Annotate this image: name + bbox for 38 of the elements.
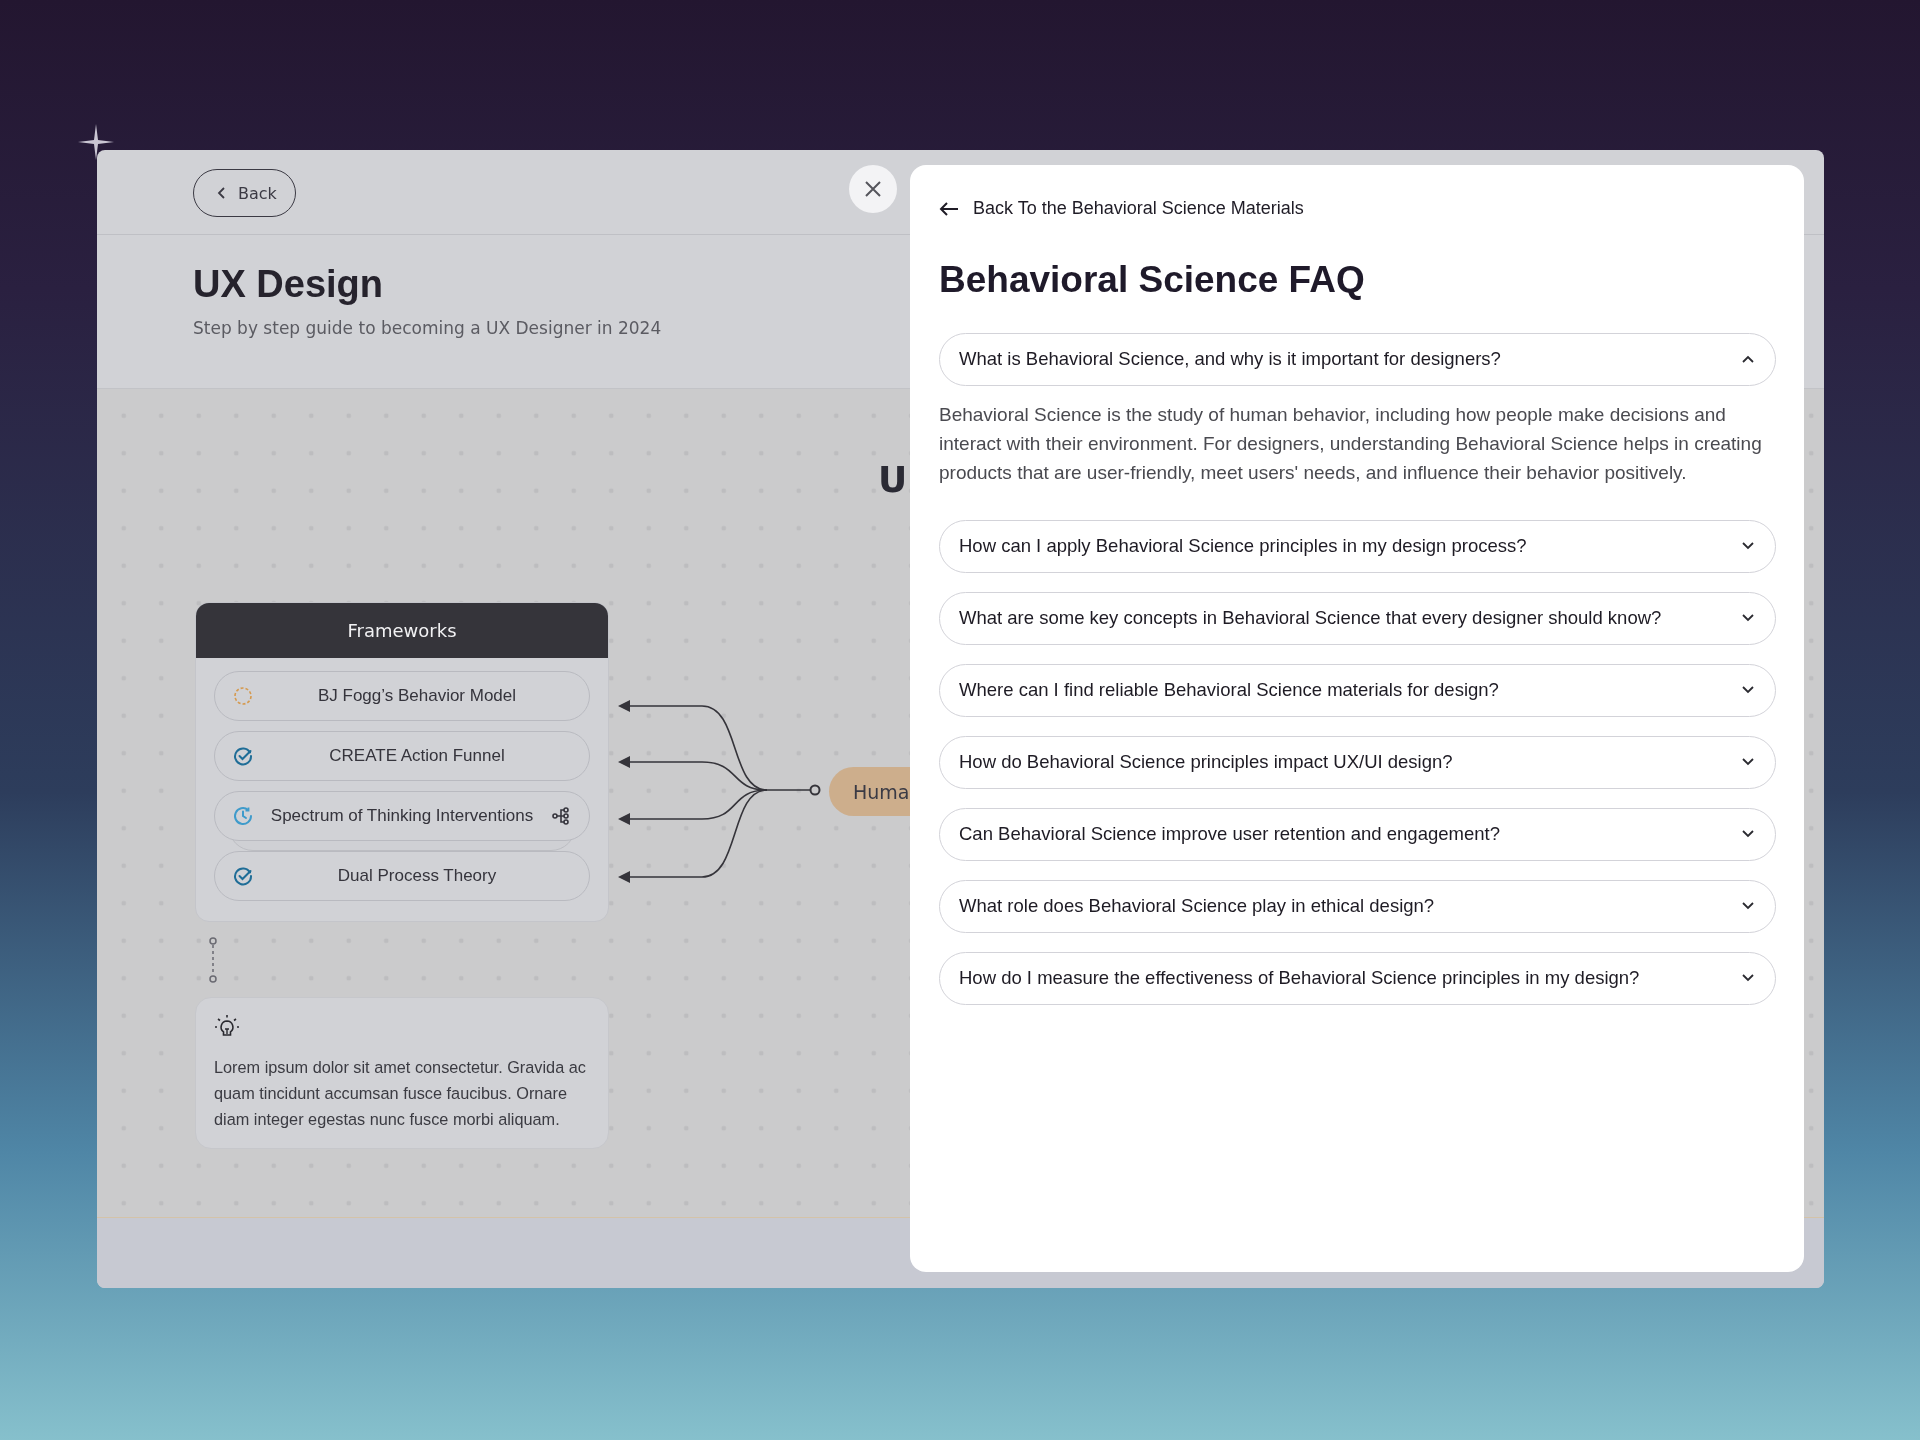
chevron-icon — [1741, 354, 1755, 364]
close-icon — [864, 180, 882, 198]
back-link[interactable]: Back To the Behavioral Science Materials — [939, 198, 1304, 219]
clock-icon — [233, 806, 253, 826]
chevron-icon — [1741, 973, 1755, 983]
faq-question[interactable]: How can I apply Behavioral Science principles in my design process? — [939, 519, 1776, 573]
page-subtitle: Step by step guide to becoming a UX Designer in 2024 — [193, 318, 663, 338]
faq-question[interactable]: Where can I find reliable Behavioral Science materials for design? — [939, 663, 1776, 717]
faq-question[interactable]: What is Behavioral Science, and why is it important for designers? — [939, 332, 1776, 386]
framework-item[interactable]: Dual Process Theory — [214, 851, 590, 901]
faq-question[interactable]: How do I measure the effectiveness of Behavioral Science principles in my design? — [939, 951, 1776, 1005]
dashed-connector — [207, 937, 219, 983]
faq-question[interactable]: What role does Behavioral Science play in ethical design? — [939, 879, 1776, 933]
close-button[interactable] — [849, 165, 897, 213]
faq-title: Behavioral Science FAQ — [939, 258, 1366, 301]
faq-question[interactable]: What are some key concepts in Behavioral Science that every designer should know? — [939, 591, 1776, 645]
dashed-circle-icon — [233, 686, 253, 706]
chevron-icon — [1741, 901, 1755, 911]
check-circle-icon — [233, 746, 253, 766]
tip-text: Lorem ipsum dolor sit amet consectetur. Gravida ac quam tincidunt accumsan fusce faucibus. Ornare diam integer egestas nunc fusce morbi aliquam. — [214, 1057, 587, 1130]
chevron-left-icon — [216, 186, 228, 200]
arrow-left-icon — [939, 200, 959, 217]
faq-answer: Behavioral Science is the study of human behavior, including how people make decisions and interact with their environment. For designers, understanding Behavioral Science helps in creating products that are user-friendly, meet users' needs, and influence their behavior positively. — [939, 402, 1763, 485]
roadmap-heading: U — [878, 459, 908, 500]
chevron-icon — [1741, 541, 1755, 551]
branch-icon — [551, 806, 571, 826]
framework-item[interactable]: BJ Fogg’s Behavior Model — [214, 671, 590, 721]
framework-item[interactable]: Spectrum of Thinking Interventions — [214, 791, 590, 841]
faq-question[interactable]: Can Behavioral Science improve user retention and engagement? — [939, 807, 1776, 861]
chevron-icon — [1741, 685, 1755, 695]
framework-item[interactable]: CREATE Action Funnel — [214, 731, 590, 781]
chevron-icon — [1741, 613, 1755, 623]
page-title: UX Design — [193, 263, 384, 306]
chevron-icon — [1741, 829, 1755, 839]
card-header: Frameworks — [196, 603, 608, 658]
chevron-icon — [1741, 757, 1755, 767]
faq-question[interactable]: How do Behavioral Science principles impact UX/UI design? — [939, 735, 1776, 789]
check-circle-icon — [233, 866, 253, 886]
